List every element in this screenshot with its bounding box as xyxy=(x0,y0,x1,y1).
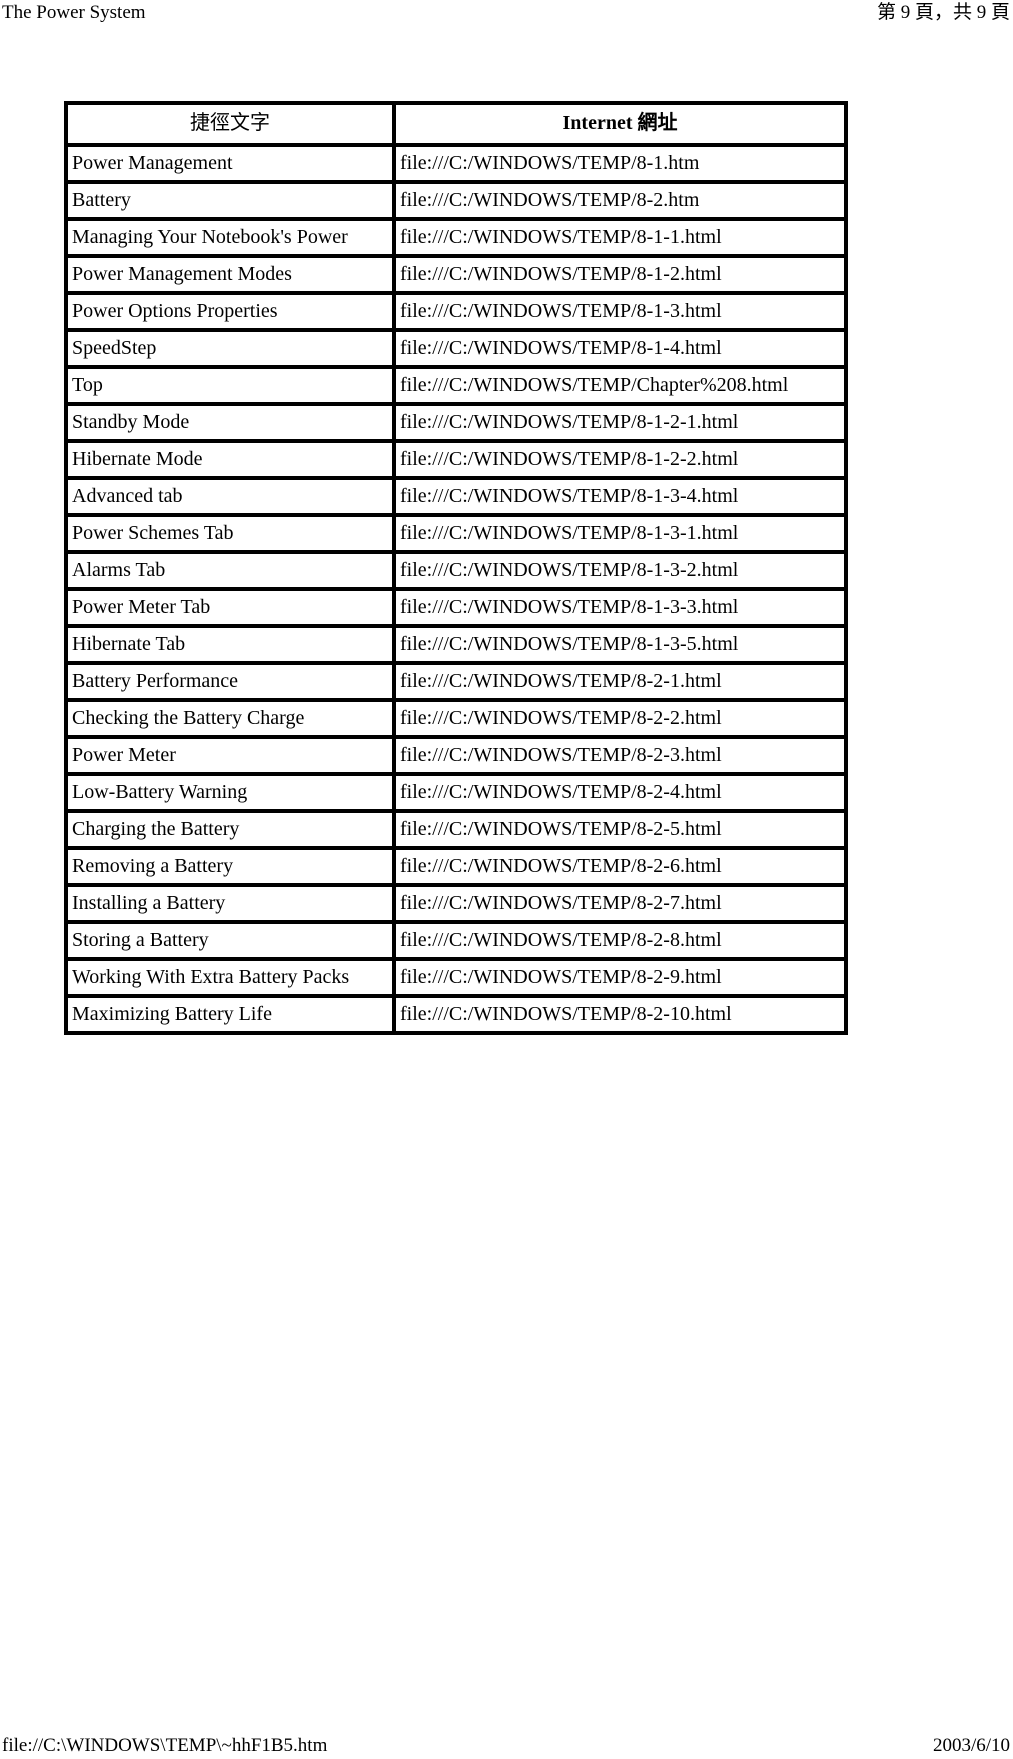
cell-shortcut-text: Low-Battery Warning xyxy=(66,774,394,811)
cell-shortcut-text: Hibernate Tab xyxy=(66,626,394,663)
cell-shortcut-text: Working With Extra Battery Packs xyxy=(66,959,394,996)
cell-internet-address: file:///C:/WINDOWS/TEMP/8-1-1.html xyxy=(394,219,846,256)
table-row: Hibernate Tab file:///C:/WINDOWS/TEMP/8-1… xyxy=(66,626,846,663)
cell-shortcut-text: Power Meter xyxy=(66,737,394,774)
table-row: Standby Mode file:///C:/WINDOWS/TEMP/8-1-… xyxy=(66,404,846,441)
cell-shortcut-text: Power Meter Tab xyxy=(66,589,394,626)
table-row: Power Management Modes file:///C:/WINDOWS… xyxy=(66,256,846,293)
table-row: Top file:///C:/WINDOWS/TEMP/Chapter%208.h… xyxy=(66,367,846,404)
table-row: Charging the Battery file:///C:/WINDOWS/T… xyxy=(66,811,846,848)
table-row: Removing a Battery file:///C:/WINDOWS/TEM… xyxy=(66,848,846,885)
column-header-shortcut-text: 捷徑文字 xyxy=(66,103,394,145)
table-row: Battery Performance file:///C:/WINDOWS/TE… xyxy=(66,663,846,700)
cell-shortcut-text: Power Management Modes xyxy=(66,256,394,293)
cell-internet-address: file:///C:/WINDOWS/TEMP/8-2-8.html xyxy=(394,922,846,959)
document-title: The Power System xyxy=(2,2,146,23)
cell-shortcut-text: Power Management xyxy=(66,145,394,182)
cell-shortcut-text: SpeedStep xyxy=(66,330,394,367)
cell-shortcut-text: Charging the Battery xyxy=(66,811,394,848)
table-row: Installing a Battery file:///C:/WINDOWS/T… xyxy=(66,885,846,922)
table-header-row: 捷徑文字 Internet 網址 xyxy=(66,103,846,145)
table-row: Checking the Battery Charge file:///C:/WI… xyxy=(66,700,846,737)
table-row: Maximizing Battery Life file:///C:/WINDOW… xyxy=(66,996,846,1033)
cell-shortcut-text: Alarms Tab xyxy=(66,552,394,589)
table-row: Working With Extra Battery Packs file:///… xyxy=(66,959,846,996)
cell-internet-address: file:///C:/WINDOWS/TEMP/8-1-3.html xyxy=(394,293,846,330)
cell-shortcut-text: Top xyxy=(66,367,394,404)
link-table-container: 捷徑文字 Internet 網址 Power Management file://… xyxy=(64,101,848,1035)
cell-shortcut-text: Standby Mode xyxy=(66,404,394,441)
shortcut-url-table: 捷徑文字 Internet 網址 Power Management file://… xyxy=(64,101,848,1035)
cell-internet-address: file:///C:/WINDOWS/TEMP/8-2.htm xyxy=(394,182,846,219)
cell-shortcut-text: Storing a Battery xyxy=(66,922,394,959)
cell-internet-address: file:///C:/WINDOWS/TEMP/8-2-7.html xyxy=(394,885,846,922)
cell-shortcut-text: Power Options Properties xyxy=(66,293,394,330)
cell-shortcut-text: Removing a Battery xyxy=(66,848,394,885)
print-date: 2003/6/10 xyxy=(932,1735,1010,1756)
page-footer: file://C:\WINDOWS\TEMP\~hhF1B5.htm 2003/… xyxy=(0,1733,1013,1759)
cell-shortcut-text: Power Schemes Tab xyxy=(66,515,394,552)
table-row: Managing Your Notebook's Power file:///C:… xyxy=(66,219,846,256)
cell-shortcut-text: Installing a Battery xyxy=(66,885,394,922)
cell-internet-address: file:///C:/WINDOWS/TEMP/8-1-2.html xyxy=(394,256,846,293)
cell-shortcut-text: Checking the Battery Charge xyxy=(66,700,394,737)
page-number-indicator: 第 9 頁，共 9 頁 xyxy=(876,2,1010,23)
table-row: Alarms Tab file:///C:/WINDOWS/TEMP/8-1-3-… xyxy=(66,552,846,589)
cell-internet-address: file:///C:/WINDOWS/TEMP/8-2-4.html xyxy=(394,774,846,811)
table-row: Storing a Battery file:///C:/WINDOWS/TEMP… xyxy=(66,922,846,959)
table-row: Low-Battery Warning file:///C:/WINDOWS/TE… xyxy=(66,774,846,811)
cell-internet-address: file:///C:/WINDOWS/TEMP/8-1-2-1.html xyxy=(394,404,846,441)
column-header-internet-address: Internet 網址 xyxy=(394,103,846,145)
table-row: Hibernate Mode file:///C:/WINDOWS/TEMP/8-… xyxy=(66,441,846,478)
cell-internet-address: file:///C:/WINDOWS/TEMP/8-2-9.html xyxy=(394,959,846,996)
page-header: The Power System 第 9 頁，共 9 頁 xyxy=(0,0,1013,30)
cell-shortcut-text: Advanced tab xyxy=(66,478,394,515)
cell-shortcut-text: Battery Performance xyxy=(66,663,394,700)
table-row: Power Meter file:///C:/WINDOWS/TEMP/8-2-3… xyxy=(66,737,846,774)
cell-internet-address: file:///C:/WINDOWS/TEMP/8-2-1.html xyxy=(394,663,846,700)
cell-internet-address: file:///C:/WINDOWS/TEMP/8-1-3-4.html xyxy=(394,478,846,515)
cell-internet-address: file:///C:/WINDOWS/TEMP/8-2-2.html xyxy=(394,700,846,737)
cell-internet-address: file:///C:/WINDOWS/TEMP/8-1-2-2.html xyxy=(394,441,846,478)
cell-shortcut-text: Managing Your Notebook's Power xyxy=(66,219,394,256)
cell-internet-address: file:///C:/WINDOWS/TEMP/8-2-3.html xyxy=(394,737,846,774)
table-row: Power Schemes Tab file:///C:/WINDOWS/TEMP… xyxy=(66,515,846,552)
cell-internet-address: file:///C:/WINDOWS/TEMP/8-1.htm xyxy=(394,145,846,182)
source-file-path: file://C:\WINDOWS\TEMP\~hhF1B5.htm xyxy=(2,1735,328,1756)
table-row: Power Meter Tab file:///C:/WINDOWS/TEMP/8… xyxy=(66,589,846,626)
table-row: Advanced tab file:///C:/WINDOWS/TEMP/8-1-… xyxy=(66,478,846,515)
table-body: Power Management file:///C:/WINDOWS/TEMP/… xyxy=(66,145,846,1033)
table-row: Power Options Properties file:///C:/WINDO… xyxy=(66,293,846,330)
cell-shortcut-text: Battery xyxy=(66,182,394,219)
cell-internet-address: file:///C:/WINDOWS/TEMP/8-1-3-3.html xyxy=(394,589,846,626)
table-row: SpeedStep file:///C:/WINDOWS/TEMP/8-1-4.h… xyxy=(66,330,846,367)
cell-internet-address: file:///C:/WINDOWS/TEMP/Chapter%208.html xyxy=(394,367,846,404)
cell-shortcut-text: Hibernate Mode xyxy=(66,441,394,478)
cell-shortcut-text: Maximizing Battery Life xyxy=(66,996,394,1033)
cell-internet-address: file:///C:/WINDOWS/TEMP/8-2-5.html xyxy=(394,811,846,848)
cell-internet-address: file:///C:/WINDOWS/TEMP/8-1-3-1.html xyxy=(394,515,846,552)
cell-internet-address: file:///C:/WINDOWS/TEMP/8-1-4.html xyxy=(394,330,846,367)
cell-internet-address: file:///C:/WINDOWS/TEMP/8-2-10.html xyxy=(394,996,846,1033)
cell-internet-address: file:///C:/WINDOWS/TEMP/8-1-3-2.html xyxy=(394,552,846,589)
table-row: Battery file:///C:/WINDOWS/TEMP/8-2.htm xyxy=(66,182,846,219)
cell-internet-address: file:///C:/WINDOWS/TEMP/8-2-6.html xyxy=(394,848,846,885)
cell-internet-address: file:///C:/WINDOWS/TEMP/8-1-3-5.html xyxy=(394,626,846,663)
table-row: Power Management file:///C:/WINDOWS/TEMP/… xyxy=(66,145,846,182)
